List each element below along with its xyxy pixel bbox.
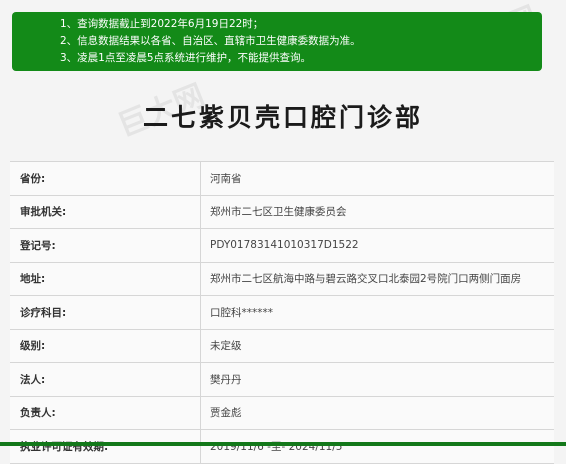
table-row: 法人: 樊丹丹 (10, 362, 554, 397)
row-value: 口腔科****** (200, 295, 554, 330)
notice-banner: 1、查询数据截止到2022年6月19日22时； 2、信息数据结果以各省、自治区、… (12, 12, 542, 71)
notice-line: 2、信息数据结果以各省、自治区、直辖市卫生健康委数据为准。 (60, 35, 361, 47)
row-value: 郑州市二七区卫生健康委员会 (200, 195, 554, 229)
notice-line: 3、凌晨1点至凌晨5点系统进行维护，不能提供查询。 (60, 52, 312, 64)
row-label: 诊疗科目: (10, 295, 201, 330)
row-label: 级别: (10, 329, 201, 363)
table-row: 审批机关: 郑州市二七区卫生健康委员会 (10, 195, 554, 229)
row-label: 地址: (10, 262, 201, 296)
table-row: 执业许可证有效期: 2019/11/6 -至- 2024/11/5 (10, 429, 554, 464)
row-label: 审批机关: (10, 195, 201, 229)
row-label: 法人: (10, 362, 201, 397)
table-row: 诊疗科目: 口腔科****** (10, 295, 554, 330)
bottom-accent-bar (0, 442, 566, 446)
row-value: 贾金彪 (200, 396, 554, 430)
table-row: 省份: 河南省 (10, 161, 554, 196)
row-label: 登记号: (10, 228, 201, 263)
table-row: 登记号: PDY01783141010317D1522 (10, 228, 554, 263)
table-row: 负责人: 贾金彪 (10, 396, 554, 430)
row-value: PDY01783141010317D1522 (200, 228, 554, 263)
page-title: 二七紫贝壳口腔门诊部 (142, 103, 423, 132)
clinic-info-table: 省份: 河南省 审批机关: 郑州市二七区卫生健康委员会 登记号: PDY0178… (10, 161, 554, 464)
row-value: 河南省 (200, 161, 554, 196)
row-label: 负责人: (10, 396, 201, 430)
notice-line: 1、查询数据截止到2022年6月19日22时； (60, 18, 264, 30)
row-label: 执业许可证有效期: (10, 429, 201, 464)
row-value: 未定级 (200, 329, 554, 363)
row-value: 2019/11/6 -至- 2024/11/5 (200, 429, 554, 464)
table-row: 地址: 郑州市二七区航海中路与碧云路交叉口北泰园2号院门口两侧门面房 (10, 262, 554, 296)
table-row: 级别: 未定级 (10, 329, 554, 363)
row-value: 郑州市二七区航海中路与碧云路交叉口北泰园2号院门口两侧门面房 (200, 262, 554, 296)
row-value: 樊丹丹 (200, 362, 554, 397)
row-label: 省份: (10, 161, 201, 196)
